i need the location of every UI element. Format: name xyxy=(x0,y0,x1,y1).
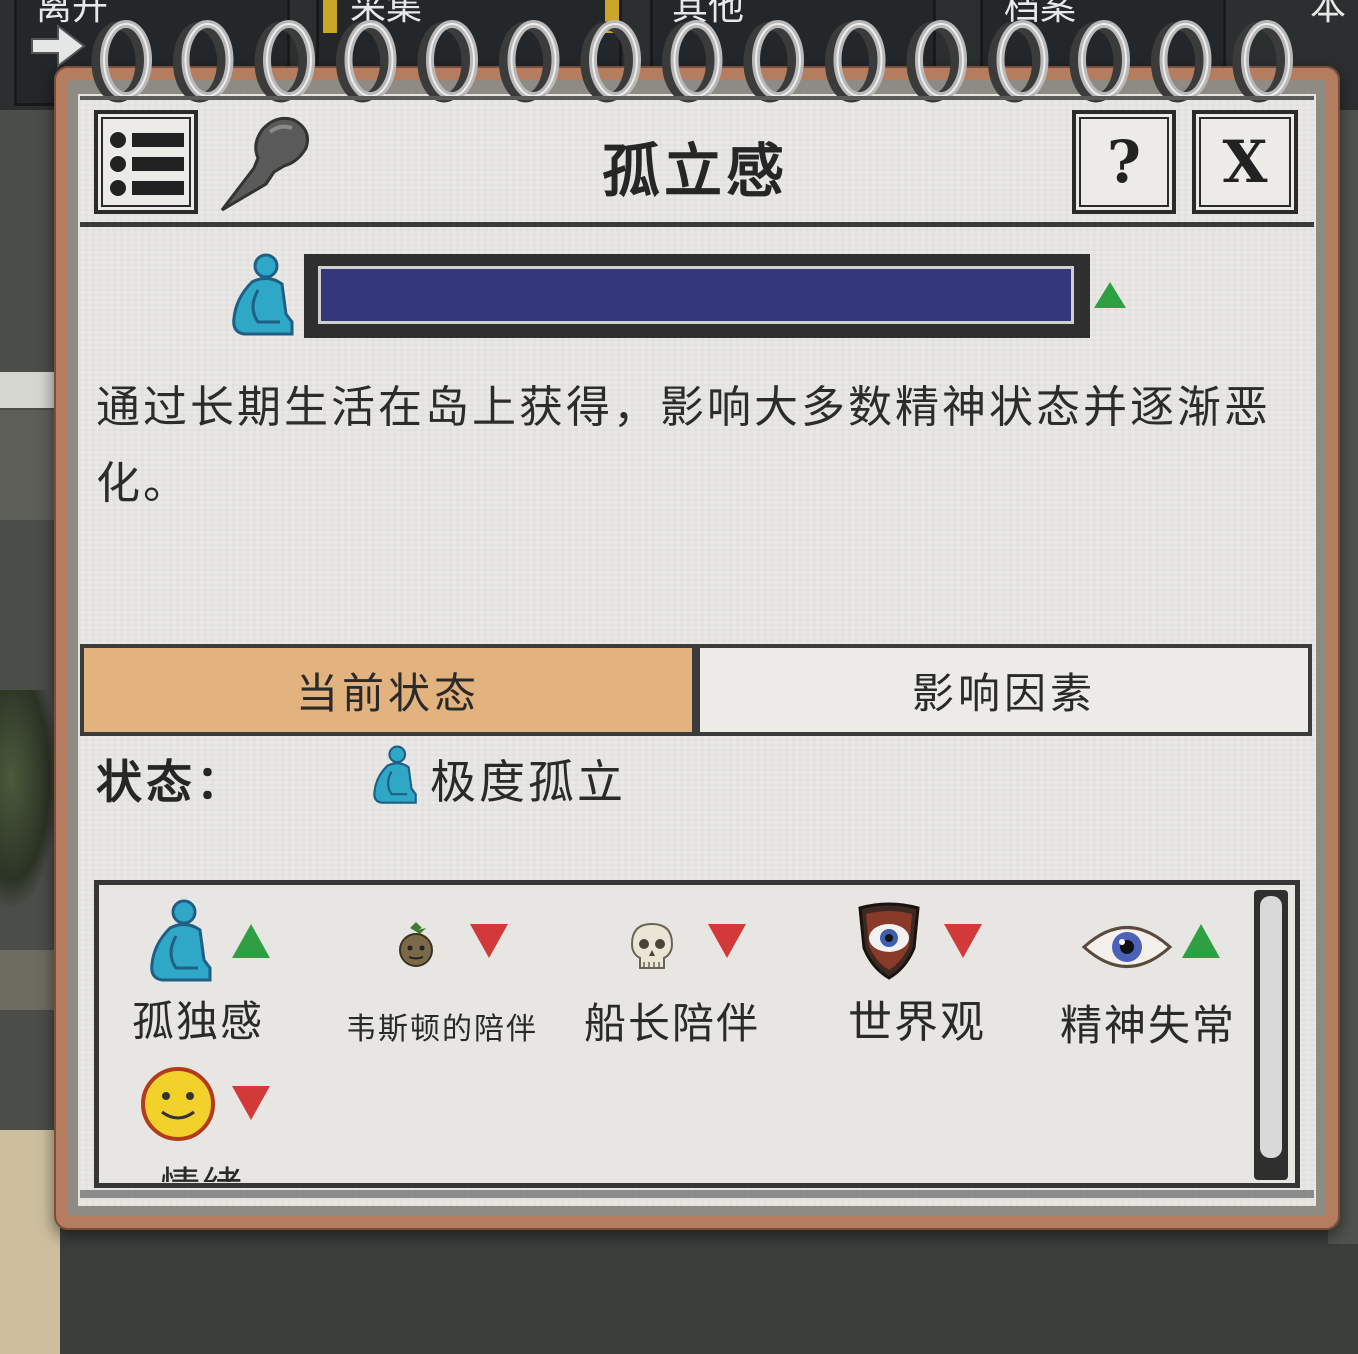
bg-tab-other[interactable]: 其他 xyxy=(672,0,744,30)
help-label: ? xyxy=(1107,128,1141,196)
bg-tab-gather[interactable]: 采集 xyxy=(350,0,422,30)
factor-label-captain: 船长陪伴 xyxy=(584,999,761,1048)
factor-label-weston: 韦斯顿的陪伴 xyxy=(346,1012,538,1047)
tab-current-status[interactable]: 当前状态 xyxy=(80,644,696,736)
bg-sand xyxy=(0,1130,60,1354)
plant-decoration xyxy=(0,690,60,910)
status-value: 极度孤立 xyxy=(430,755,626,809)
coconut-head-icon[interactable] xyxy=(396,922,436,968)
trend-down-icon xyxy=(232,1086,270,1120)
factor-scrollbar[interactable] xyxy=(1254,890,1288,1180)
scrollbar-thumb[interactable] xyxy=(1260,896,1282,1158)
bg-wall xyxy=(0,372,60,408)
isolated-person-icon[interactable] xyxy=(140,898,216,984)
bg-tab-archive[interactable]: 档案 xyxy=(1004,0,1076,30)
bg-wall xyxy=(0,410,60,520)
close-label: X xyxy=(1222,128,1268,196)
factor-label-insanity: 精神失常 xyxy=(1060,1001,1237,1050)
page-title: 孤立感 xyxy=(601,137,788,205)
status-label: 状态： xyxy=(96,755,246,809)
skull-icon[interactable] xyxy=(630,922,674,972)
smiley-icon[interactable] xyxy=(138,1066,218,1142)
list-button[interactable] xyxy=(94,110,198,214)
trend-up-icon xyxy=(1094,282,1126,308)
pushpin-icon[interactable] xyxy=(214,112,314,216)
factor-label-loneliness: 孤独感 xyxy=(132,997,265,1046)
page-bottom-rule xyxy=(80,1190,1314,1198)
trend-up-icon xyxy=(232,924,270,958)
bg-wall xyxy=(0,950,60,1010)
meter-fill xyxy=(321,269,1071,321)
trend-up-icon xyxy=(1182,924,1220,958)
bg-tab-book[interactable]: 本 xyxy=(1310,0,1346,30)
eye-icon[interactable] xyxy=(1082,920,1172,974)
factor-label-clip: 情绪 xyxy=(98,1144,1248,1182)
list-icon xyxy=(110,132,184,196)
isolation-meter xyxy=(304,254,1090,338)
eye-shield-icon[interactable] xyxy=(856,902,922,980)
tab-factors[interactable]: 影响因素 xyxy=(696,644,1312,736)
factor-label-worldview: 世界观 xyxy=(848,997,986,1048)
isolated-person-icon xyxy=(232,253,294,336)
description-text: 通过长期生活在岛上获得，影响大多数精神状态并逐渐恶化。 xyxy=(96,382,1271,509)
close-button[interactable]: X xyxy=(1192,110,1298,214)
isolated-person-icon xyxy=(373,745,417,804)
factor-label-mood: 情绪 xyxy=(160,1154,244,1182)
header-bottom-rule xyxy=(80,222,1314,227)
trend-down-icon xyxy=(470,924,508,958)
meter-track xyxy=(318,266,1074,324)
background-scene-left xyxy=(0,110,60,1354)
arrow-right-icon[interactable] xyxy=(30,22,86,70)
header-top-rule xyxy=(80,96,1314,100)
help-button[interactable]: ? xyxy=(1072,110,1176,214)
trend-down-icon xyxy=(944,924,982,958)
trend-down-icon xyxy=(708,924,746,958)
